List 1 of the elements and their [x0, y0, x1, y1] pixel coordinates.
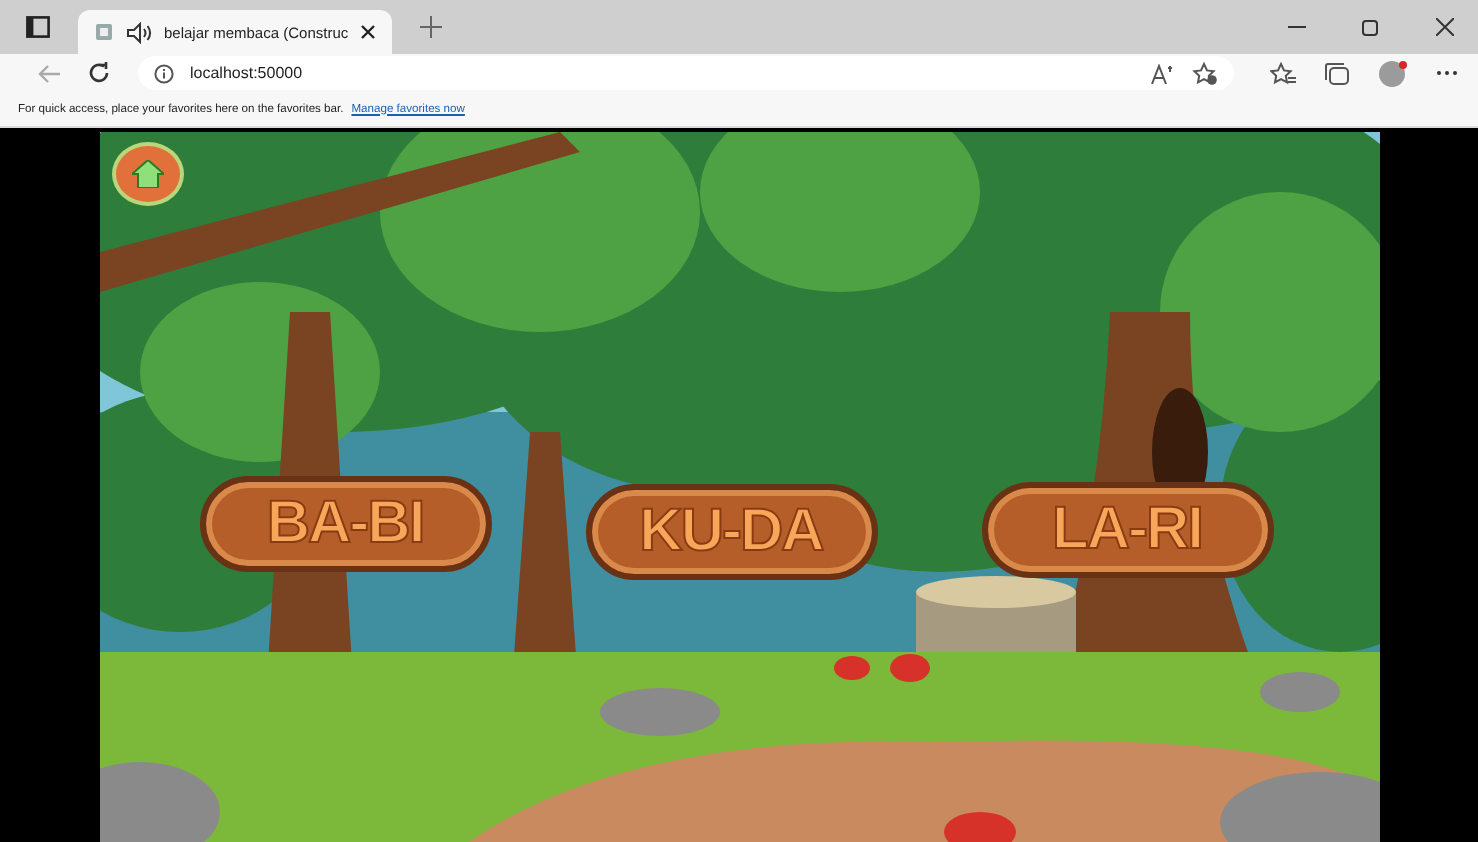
address-field[interactable]: localhost:50000: [138, 56, 1234, 90]
